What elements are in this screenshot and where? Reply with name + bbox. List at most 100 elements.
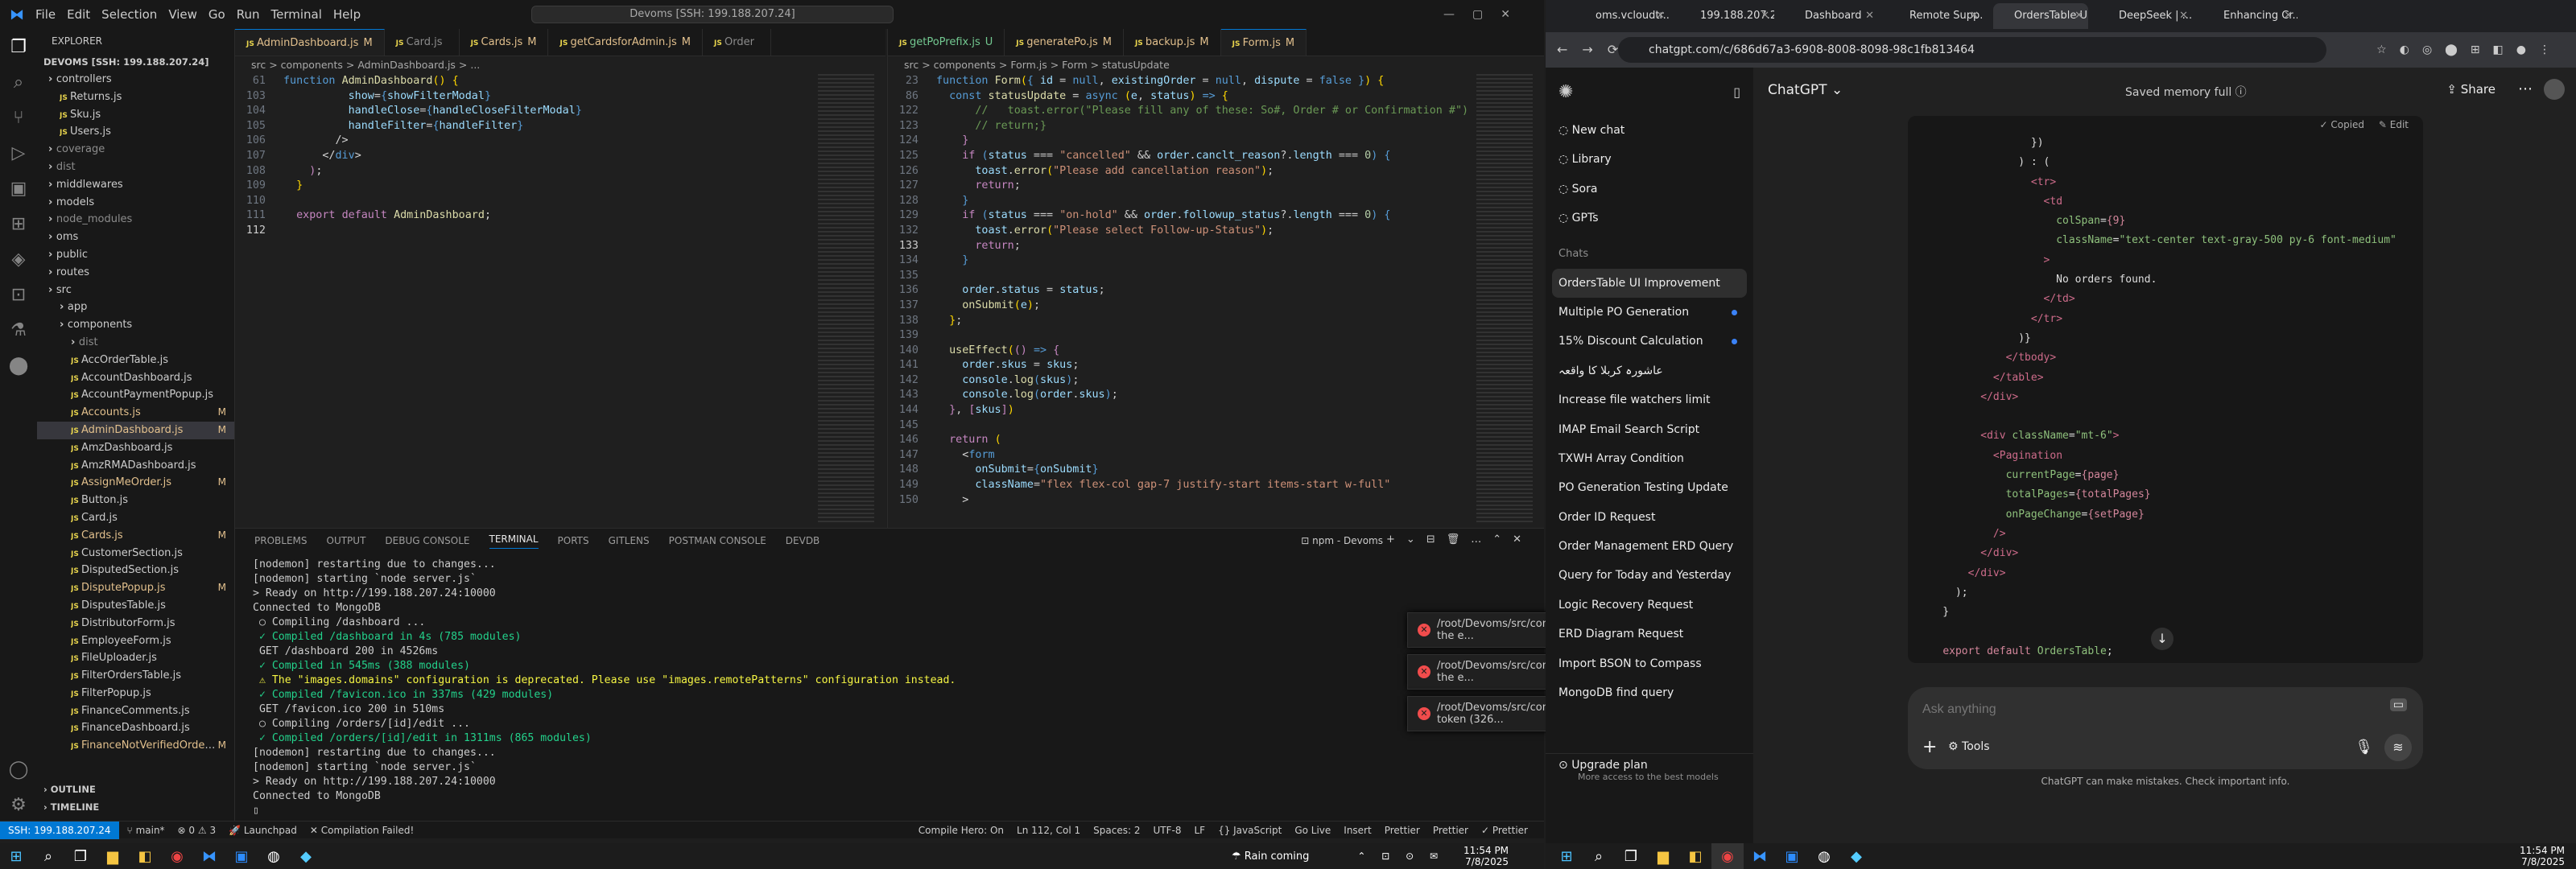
status-item[interactable]: UTF-8: [1153, 825, 1181, 836]
nav-new-chat[interactable]: ◌ New chat: [1546, 116, 1753, 145]
app-icon-2[interactable]: ◆: [1840, 843, 1872, 869]
account-icon[interactable]: ◯: [0, 752, 37, 787]
vscode-icon-2[interactable]: ⧓: [1744, 843, 1776, 869]
panel-tab-terminal[interactable]: TERMINAL: [489, 533, 539, 549]
memory-status[interactable]: Saved memory full ⓘ: [2125, 84, 2247, 100]
zoom-icon[interactable]: ▣: [225, 843, 258, 869]
status-item[interactable]: Prettier: [1433, 825, 1468, 836]
close-tab-icon[interactable]: ✕: [1970, 3, 1979, 29]
window-controls[interactable]: —▢✕: [1443, 8, 1528, 21]
tree-folder[interactable]: › dist: [37, 334, 234, 352]
editor-tab[interactable]: JS generatePo.js M: [1005, 29, 1124, 56]
editor-tab[interactable]: JS Cards.js M: [460, 29, 549, 56]
model-selector[interactable]: ChatGPT ⌄: [1768, 82, 1843, 98]
editor-tab[interactable]: JS Card.js: [385, 29, 460, 56]
extensions-icon[interactable]: ⊞: [0, 206, 37, 241]
close-tab-icon[interactable]: ✕: [2284, 3, 2293, 29]
browser-tab[interactable]: Enhancing Cr... ✕: [2202, 3, 2297, 29]
source-control-icon[interactable]: ⑂: [0, 100, 37, 135]
tree-folder[interactable]: › models: [37, 194, 234, 212]
task-view-icon-2[interactable]: ❐: [1615, 843, 1647, 869]
clock-app-icon-2[interactable]: ◍: [1808, 843, 1840, 869]
tree-file[interactable]: JS Sku.js: [37, 106, 234, 124]
panel-tab-gitlens[interactable]: GITLENS: [609, 535, 650, 546]
file-explorer-icon-2[interactable]: ▆: [1647, 843, 1679, 869]
sidebar-toggle-icon[interactable]: ▯: [1733, 84, 1740, 100]
chat-history-item[interactable]: PO Generation Testing Update: [1546, 473, 1753, 502]
search-icon[interactable]: ⌕: [0, 64, 37, 100]
store-icon[interactable]: ◧: [129, 843, 161, 869]
search-icon-2[interactable]: ⌕: [1583, 843, 1615, 869]
chat-history-item[interactable]: OrdersTable UI Improvement: [1552, 268, 1747, 298]
windows-start-icon-2[interactable]: ⊞: [1550, 843, 1583, 869]
editor-tab[interactable]: JS AdminDashboard.js M: [235, 29, 385, 56]
browser-tab[interactable]: oms.vcloudtr... ✕: [1575, 3, 1670, 29]
upgrade-plan-button[interactable]: ⊙ Upgrade plan More access to the best m…: [1546, 753, 1753, 793]
status-item[interactable]: Insert: [1344, 825, 1371, 836]
voice-mode-icon[interactable]: ≋: [2384, 734, 2412, 761]
tree-file[interactable]: JS FinanceComments.js: [37, 702, 234, 720]
file-explorer-icon[interactable]: ▆: [97, 843, 129, 869]
tree-folder[interactable]: › routes: [37, 264, 234, 282]
editor-tab[interactable]: JS Order: [703, 29, 771, 56]
browser-tab[interactable]: Dashboard ✕: [1784, 3, 1879, 29]
windows-start-icon[interactable]: ⊞: [0, 843, 32, 869]
tree-file[interactable]: JS AmzRMADashboard.js: [37, 457, 234, 475]
tree-folder[interactable]: › src: [37, 282, 234, 299]
clock-app-icon[interactable]: ◍: [258, 843, 290, 869]
tray-icons[interactable]: ⌃ ⊡ ⊙ ✉: [1357, 850, 1444, 862]
browser-tab[interactable]: Remote Supp... ✕: [1889, 3, 1984, 29]
share-button[interactable]: ⇪ Share: [2446, 82, 2496, 97]
tree-file[interactable]: JS AccOrderTable.js: [37, 352, 234, 369]
gitlens-icon[interactable]: ◈: [0, 241, 37, 277]
weather-widget[interactable]: ☂ Rain coming: [1232, 850, 1309, 863]
minimap-right[interactable]: [1476, 74, 1533, 525]
compile-status[interactable]: ✕ Compilation Failed!: [310, 825, 414, 836]
chat-history-item[interactable]: ERD Diagram Request: [1546, 620, 1753, 649]
zoom-icon-2[interactable]: ▣: [1776, 843, 1808, 869]
tree-folder[interactable]: › components: [37, 316, 234, 334]
tree-folder[interactable]: › coverage: [37, 141, 234, 159]
panel-tab-debug-console[interactable]: DEBUG CONSOLE: [385, 535, 469, 546]
chat-history-item[interactable]: MongoDB find query: [1546, 678, 1753, 707]
chrome-icon-2[interactable]: ◉: [1711, 843, 1744, 869]
chat-history-item[interactable]: TXWH Array Condition: [1546, 444, 1753, 473]
nav-gpts[interactable]: ◌ GPTs: [1546, 204, 1753, 233]
tree-file[interactable]: JS EmployeeForm.js: [37, 632, 234, 650]
url-bar[interactable]: chatgpt.com/c/686d67a3-6908-8008-8098-98…: [1618, 37, 2326, 63]
panel-tab-devdb[interactable]: DEVDB: [786, 535, 820, 546]
tree-file[interactable]: JS DisputePopup.js M: [37, 579, 234, 597]
task-view-icon[interactable]: ❐: [64, 843, 97, 869]
outline-section[interactable]: › OUTLINE: [37, 784, 96, 795]
openai-logo-icon[interactable]: ✺: [1558, 82, 1573, 102]
menu-go[interactable]: Go: [208, 7, 225, 22]
search-icon[interactable]: ⌕: [32, 843, 64, 869]
tree-file[interactable]: JS Button.js: [37, 492, 234, 509]
status-item[interactable]: Spaces: 2: [1093, 825, 1140, 836]
testing-icon[interactable]: ⚗: [0, 312, 37, 348]
branch-indicator[interactable]: ⑂ main*: [127, 825, 165, 836]
menu-run[interactable]: Run: [237, 7, 260, 22]
panel-actions[interactable]: +⌄⊟🗑…⌃✕: [1386, 533, 1533, 546]
tree-file[interactable]: JS CustomerSection.js: [37, 545, 234, 562]
tree-folder[interactable]: › app: [37, 299, 234, 316]
tree-file[interactable]: JS DistributorForm.js: [37, 615, 234, 632]
close-tab-icon[interactable]: ✕: [2179, 3, 2188, 29]
tree-file[interactable]: JS Users.js: [37, 123, 234, 141]
close-tab-icon[interactable]: ✕: [1656, 3, 1665, 29]
code-editor-right[interactable]: 23 function Form({ id = null, existingOrd…: [888, 74, 1544, 508]
chrome-icon[interactable]: ◉: [161, 843, 193, 869]
tree-file[interactable]: JS Card.js: [37, 509, 234, 527]
tree-file[interactable]: JS AccountPaymentPopup.js: [37, 386, 234, 404]
tree-file[interactable]: JS FinanceNotVerifiedOrderT... M: [37, 737, 234, 755]
menu-edit[interactable]: Edit: [67, 7, 90, 22]
chat-history-item[interactable]: عاشورہ کربلا کا واقعہ: [1546, 356, 1753, 385]
editor-tab[interactable]: JS Form.js M: [1220, 29, 1307, 56]
status-item[interactable]: Compile Hero: On: [919, 825, 1004, 836]
tree-file[interactable]: JS FilterOrdersTable.js: [37, 667, 234, 685]
editor-tab[interactable]: JS getCardsforAdmin.js M: [548, 29, 704, 56]
clock-left[interactable]: 11:54 PM 7/8/2025: [1463, 845, 1509, 867]
chat-history-item[interactable]: Multiple PO Generation: [1546, 298, 1753, 327]
remote-explorer-icon[interactable]: ▣: [0, 171, 37, 206]
tree-file[interactable]: JS DisputesTable.js: [37, 597, 234, 615]
